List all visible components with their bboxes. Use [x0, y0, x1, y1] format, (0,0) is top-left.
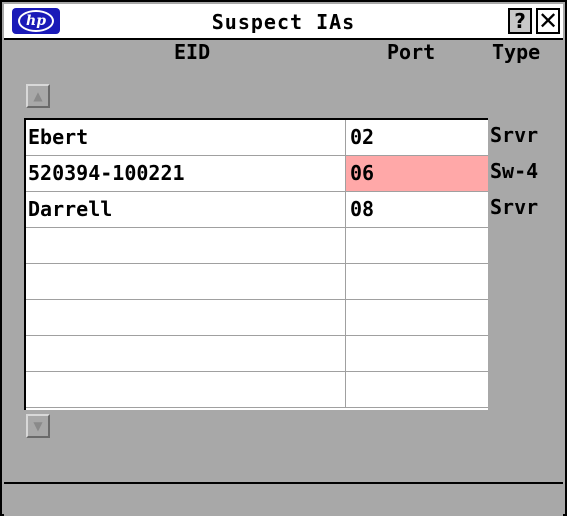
column-header-eid[interactable]: EID: [174, 40, 210, 64]
table-row[interactable]: [26, 372, 488, 408]
table-row[interactable]: [26, 264, 488, 300]
cell-eid[interactable]: 520394-100221: [26, 156, 346, 191]
close-button[interactable]: ✕: [536, 8, 560, 34]
column-header-port[interactable]: Port: [387, 40, 435, 64]
scroll-down-button[interactable]: ▼: [26, 414, 50, 438]
cell-port[interactable]: [346, 336, 488, 371]
cell-port-alert[interactable]: 06: [346, 156, 488, 191]
help-button[interactable]: ?: [508, 8, 532, 34]
cell-eid[interactable]: [26, 228, 346, 263]
cell-type: Srvr: [490, 123, 539, 147]
cell-port[interactable]: 08: [346, 192, 488, 227]
cell-eid[interactable]: [26, 336, 346, 371]
suspect-ias-window: hp Suspect IAs ? ✕ EID Port Type ▲ Ebert…: [0, 0, 567, 516]
cell-port[interactable]: [346, 264, 488, 299]
table-row[interactable]: [26, 228, 488, 264]
title-bar: hp Suspect IAs ? ✕: [4, 4, 563, 40]
column-header-type[interactable]: Type: [492, 40, 540, 64]
table-row[interactable]: [26, 300, 488, 336]
cell-eid[interactable]: [26, 372, 346, 407]
cell-port[interactable]: [346, 300, 488, 335]
status-bar: [4, 482, 563, 516]
scroll-up-button[interactable]: ▲: [26, 84, 50, 108]
chevron-down-icon: ▼: [33, 419, 43, 433]
chevron-up-icon: ▲: [33, 89, 43, 103]
table-row[interactable]: Darrell 08: [26, 192, 488, 228]
window-title: Suspect IAs: [211, 10, 356, 34]
table-row[interactable]: [26, 336, 488, 372]
cell-eid[interactable]: [26, 300, 346, 335]
cell-port[interactable]: [346, 372, 488, 407]
type-column: Srvr Sw-4 Srvr: [488, 118, 568, 410]
cell-port[interactable]: [346, 228, 488, 263]
table-row[interactable]: Ebert 02: [26, 120, 488, 156]
table-row[interactable]: 520394-100221 06: [26, 156, 488, 192]
cell-type: Sw-4: [490, 159, 539, 183]
cell-type: Srvr: [490, 195, 539, 219]
cell-eid[interactable]: Darrell: [26, 192, 346, 227]
suspect-ia-list: Ebert 02 520394-100221 06 Darrell 08: [24, 118, 488, 410]
cell-eid[interactable]: [26, 264, 346, 299]
cell-eid[interactable]: Ebert: [26, 120, 346, 155]
cell-port[interactable]: 02: [346, 120, 488, 155]
